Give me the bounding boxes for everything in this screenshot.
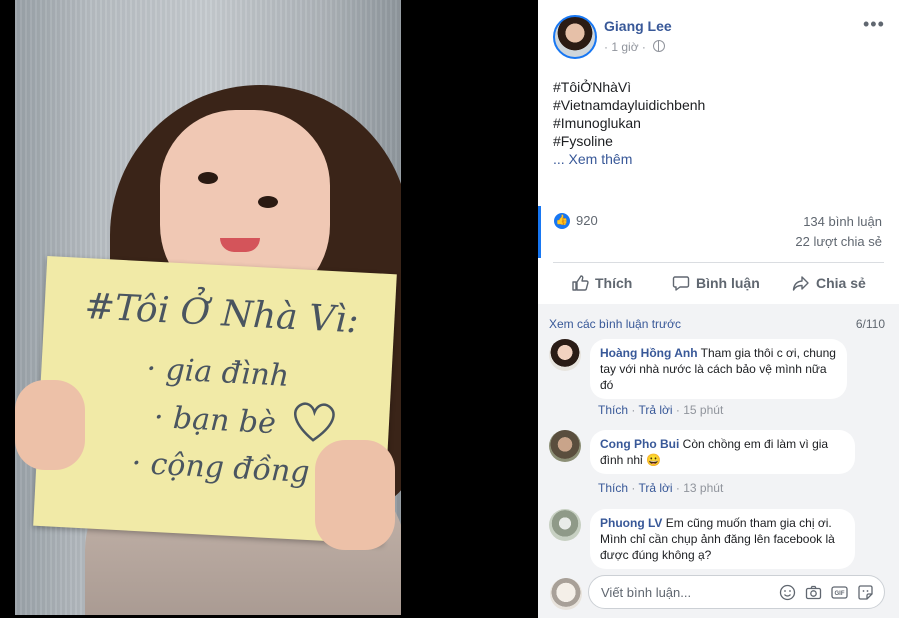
share-count[interactable]: 22 lượt chia sẻ bbox=[795, 234, 882, 249]
photo-hand-left bbox=[15, 380, 85, 470]
commenter-avatar[interactable] bbox=[549, 339, 581, 371]
share-label: Chia sẻ bbox=[816, 275, 866, 291]
comments-section: Xem các bình luận trước 6/110 Hoàng Hồng… bbox=[538, 304, 899, 618]
comment-time[interactable]: 15 phút bbox=[683, 403, 723, 417]
more-horizontal-icon[interactable]: ••• bbox=[863, 14, 885, 35]
comment-count[interactable]: 134 bình luận bbox=[803, 214, 882, 229]
comment-icon bbox=[672, 276, 690, 291]
photo-hand-thumbs-up bbox=[315, 440, 395, 550]
commenter-name[interactable]: Hoàng Hồng Anh bbox=[600, 346, 698, 360]
comment-like-button[interactable]: Thích bbox=[598, 481, 628, 495]
comment-composer: Viết bình luận... GIF bbox=[538, 570, 899, 618]
post-panel: Giang Lee · 1 giờ · ••• #TôiỞNhàVì #Viet… bbox=[538, 0, 899, 618]
reaction-count[interactable]: 920 bbox=[576, 213, 598, 228]
commenter-avatar[interactable] bbox=[549, 509, 581, 541]
sticker-icon[interactable] bbox=[857, 584, 874, 601]
sign-line: · cộng đồng bbox=[130, 445, 311, 491]
photo-viewer: #Tôi Ở Nhà Vì: · gia đình · bạn bè · cộn… bbox=[0, 0, 538, 618]
hashtag[interactable]: #Vietnamdayluidichbenh bbox=[553, 96, 705, 114]
current-user-avatar[interactable] bbox=[550, 578, 582, 610]
comment-bubble: Cong Pho Bui Còn chồng em đi làm vì gia … bbox=[590, 430, 855, 474]
comment-label: Bình luận bbox=[696, 275, 760, 291]
share-arrow-icon bbox=[792, 276, 809, 291]
post-photo[interactable]: #Tôi Ở Nhà Vì: · gia đình · bạn bè · cộn… bbox=[15, 0, 401, 615]
comment-input[interactable]: Viết bình luận... GIF bbox=[588, 575, 885, 609]
heart-icon bbox=[294, 402, 335, 442]
comment-reply-button[interactable]: Trả lời bbox=[638, 481, 672, 495]
thumbs-up-icon bbox=[572, 275, 589, 291]
comment-input-placeholder: Viết bình luận... bbox=[601, 585, 692, 600]
like-label: Thích bbox=[595, 275, 633, 291]
comment-button[interactable]: Bình luận bbox=[672, 274, 760, 292]
sign-line: #Tôi Ở Nhà Vì: bbox=[83, 286, 360, 342]
hashtag[interactable]: #Fysoline bbox=[553, 132, 705, 150]
comment-actions: Thích · Trả lời · 15 phút bbox=[598, 403, 724, 417]
sign-line: · bạn bè bbox=[153, 399, 277, 442]
author-name[interactable]: Giang Lee bbox=[604, 18, 672, 34]
comment-actions: Thích · Trả lời · 13 phút bbox=[598, 481, 724, 495]
comment-like-button[interactable]: Thích bbox=[598, 403, 628, 417]
globe-icon bbox=[653, 40, 666, 52]
author-avatar[interactable] bbox=[553, 15, 597, 59]
grin-emoji-icon: 😀 bbox=[646, 453, 661, 467]
focus-indicator bbox=[538, 206, 541, 258]
divider bbox=[553, 262, 884, 263]
hashtag[interactable]: #TôiỞNhàVì bbox=[553, 78, 705, 96]
comment-bubble: Hoàng Hồng Anh Tham gia thôi c ơi, chung… bbox=[590, 339, 847, 399]
comment-page-indicator: 6/110 bbox=[855, 317, 885, 331]
photo-eye-right bbox=[258, 196, 278, 208]
camera-icon[interactable] bbox=[805, 584, 822, 601]
commenter-avatar[interactable] bbox=[549, 430, 581, 462]
comment-reply-button[interactable]: Trả lời bbox=[638, 403, 672, 417]
composer-icons: GIF bbox=[779, 584, 874, 601]
gif-icon[interactable]: GIF bbox=[831, 584, 848, 601]
like-button[interactable]: Thích bbox=[571, 274, 632, 292]
commenter-name[interactable]: Phuong LV bbox=[600, 516, 662, 530]
post-time[interactable]: 1 giờ bbox=[611, 40, 638, 54]
sign-line: · gia đình bbox=[145, 351, 290, 394]
emoji-icon[interactable] bbox=[779, 584, 796, 601]
photo-eye-left bbox=[198, 172, 218, 184]
post-text: #TôiỞNhàVì #Vietnamdayluidichbenh #Imuno… bbox=[553, 78, 705, 168]
see-more-link[interactable]: ... Xem thêm bbox=[553, 150, 705, 168]
svg-text:GIF: GIF bbox=[835, 591, 845, 597]
share-button[interactable]: Chia sẻ bbox=[792, 274, 866, 292]
hashtag[interactable]: #Imunoglukan bbox=[553, 114, 705, 132]
like-reaction-icon[interactable]: 👍 bbox=[554, 213, 570, 229]
comment-time[interactable]: 13 phút bbox=[683, 481, 723, 495]
post-meta: · 1 giờ · bbox=[604, 40, 666, 54]
view-previous-comments-link[interactable]: Xem các bình luận trước bbox=[549, 317, 681, 331]
comment-bubble: Phuong LV Em cũng muốn tham gia chị ơi. … bbox=[590, 509, 855, 569]
commenter-name[interactable]: Cong Pho Bui bbox=[600, 437, 679, 451]
